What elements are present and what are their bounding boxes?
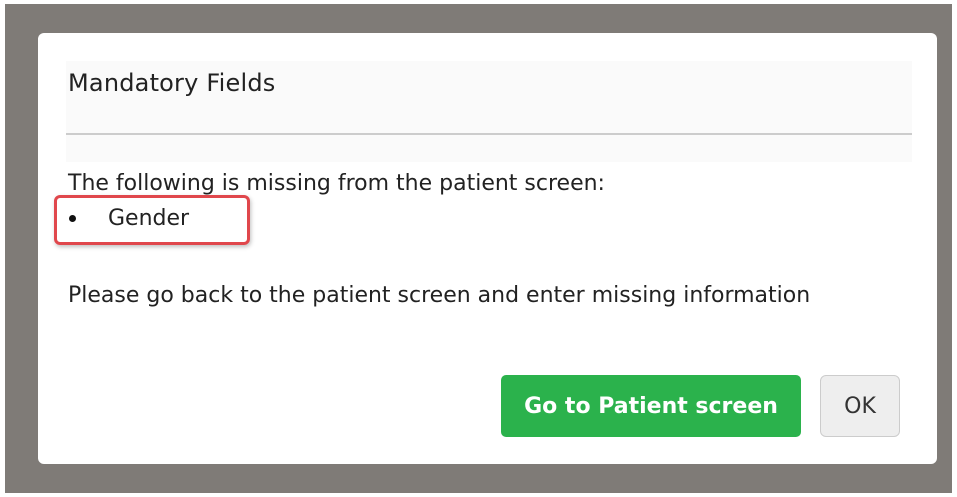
highlight-annotation <box>54 195 250 245</box>
instruction-text: Please go back to the patient screen and… <box>68 283 811 308</box>
missing-intro-text: The following is missing from the patien… <box>68 171 605 196</box>
dialog-title: Mandatory Fields <box>68 69 276 97</box>
ok-button[interactable]: OK <box>820 375 900 437</box>
header-divider <box>66 133 912 135</box>
go-to-patient-screen-button[interactable]: Go to Patient screen <box>501 375 801 437</box>
mandatory-fields-dialog: Mandatory Fields The following is missin… <box>38 33 937 464</box>
